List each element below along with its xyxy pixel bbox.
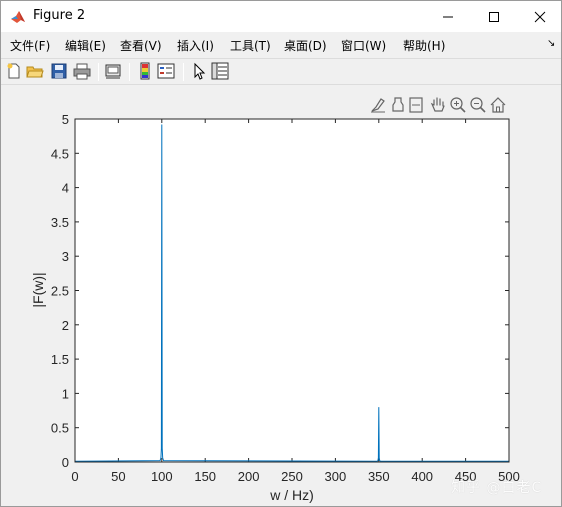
y-tick-label: 2 — [62, 318, 69, 333]
x-tick-label: 0 — [71, 469, 78, 484]
minimize-button[interactable] — [425, 1, 471, 32]
legend-icon[interactable] — [157, 62, 175, 80]
menu-help[interactable]: 帮助(H) — [403, 37, 445, 54]
y-tick-label: 4.5 — [51, 146, 69, 161]
x-tick-label: 400 — [411, 469, 433, 484]
menu-bar: 文件(F) 编辑(E) 查看(V) 插入(I) 工具(T) 桌面(D) 窗口(W… — [1, 32, 561, 58]
toolbar-separator — [98, 63, 99, 81]
minimize-icon — [443, 16, 453, 17]
maximize-button[interactable] — [471, 1, 517, 32]
property-inspector-icon[interactable] — [211, 62, 229, 80]
axes-background — [75, 119, 509, 462]
toolbar-separator — [183, 63, 184, 81]
y-tick-label: 0.5 — [51, 421, 69, 436]
edit-plot-arrow-icon[interactable] — [190, 62, 208, 80]
plot-svg: 0 50 100 150 200 250 300 350 400 450 50000.511.522… — [30, 112, 520, 503]
x-tick-label: 150 — [194, 469, 216, 484]
menu-window[interactable]: 窗口(W) — [341, 37, 386, 54]
menu-view[interactable]: 查看(V) — [120, 37, 162, 54]
maximize-icon — [489, 11, 499, 22]
x-tick-label: 350 — [368, 469, 390, 484]
y-axis-label: |F(w)| — [30, 272, 46, 307]
link-plot-icon[interactable] — [104, 62, 122, 80]
window-title: Figure 2 — [33, 8, 86, 23]
menu-insert[interactable]: 插入(I) — [177, 37, 214, 54]
menu-overflow-icon[interactable]: ↘ — [547, 38, 555, 49]
figure-window: Figure 2 文件(F) 编辑(E) 查看(V) 插入(I) 工具(T) 桌… — [0, 0, 562, 507]
x-tick-label: 250 — [281, 469, 303, 484]
menu-tools[interactable]: 工具(T) — [230, 37, 271, 54]
y-tick-label: 3 — [62, 249, 69, 264]
save-icon[interactable] — [50, 62, 68, 80]
y-tick-label: 0 — [62, 455, 69, 470]
close-icon — [534, 11, 546, 22]
x-axis-label: w / Hz) — [269, 487, 314, 503]
y-tick-label: 1 — [62, 386, 69, 401]
print-icon[interactable] — [73, 62, 91, 80]
y-tick-label: 3.5 — [51, 215, 69, 230]
y-tick-label: 2.5 — [51, 284, 69, 299]
y-tick-label: 5 — [62, 112, 69, 127]
menu-desktop[interactable]: 桌面(D) — [284, 37, 327, 54]
x-tick-label: 100 — [151, 469, 173, 484]
y-tick-label: 4 — [62, 181, 69, 196]
y-tick-label: 1.5 — [51, 352, 69, 367]
title-bar: Figure 2 — [1, 1, 561, 32]
x-tick-label: 300 — [325, 469, 347, 484]
menu-edit[interactable]: 编辑(E) — [65, 37, 106, 54]
matlab-logo-icon — [11, 11, 25, 23]
close-button[interactable] — [517, 1, 562, 32]
new-figure-icon[interactable] — [5, 62, 23, 80]
colorbar-icon[interactable] — [136, 62, 154, 80]
toolbar-separator — [129, 63, 130, 81]
x-tick-label: 200 — [238, 469, 260, 484]
open-file-icon[interactable] — [26, 62, 44, 80]
x-tick-label: 50 — [111, 469, 125, 484]
watermark: 知乎 @白老C — [451, 480, 543, 496]
figure-toolbar — [1, 58, 561, 85]
figure-area: 0 50 100 150 200 250 300 350 400 450 500 0 0.5 1 1.5 2 2… — [1, 86, 561, 506]
menu-file[interactable]: 文件(F) — [10, 37, 50, 54]
